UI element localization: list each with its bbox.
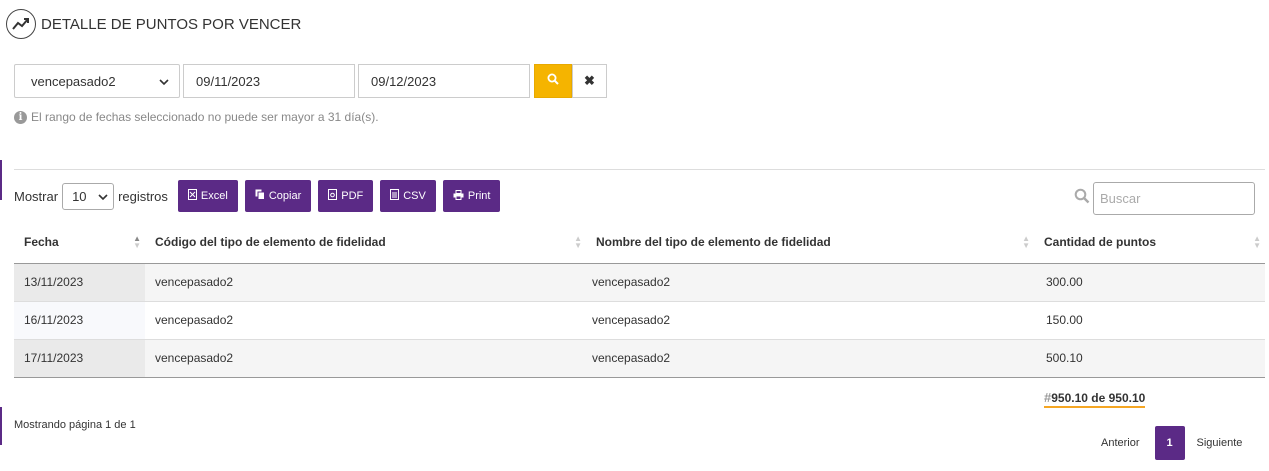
sort-icon: ▲ ▼ [574,234,582,250]
pdf-button[interactable]: PDF [318,180,374,212]
search-input[interactable]: Buscar [1093,182,1255,215]
page-length-select[interactable]: 10 [62,182,115,210]
points-total: #950.10 de 950.10 [1044,390,1146,408]
copy-icon [255,189,265,203]
page-1-button[interactable]: 1 [1154,426,1185,460]
page-header: DETALLE DE PUNTOS POR VENCER [6,8,301,40]
accent-bar [0,407,2,445]
copy-label: Copiar [268,190,302,202]
cell-name: vencepasado2 [586,263,1034,302]
info-icon: i [14,110,27,124]
print-button[interactable]: Print [442,180,501,212]
date-to-input[interactable]: 09/12/2023 [358,64,530,98]
excel-button[interactable]: Excel [177,180,238,212]
cell-code: vencepasado2 [145,339,586,378]
cell-points: 500.10 [1034,339,1265,378]
pdf-label: PDF [341,190,364,202]
notice-text: El rango de fechas seleccionado no puede… [31,110,379,124]
clear-button[interactable]: ✖ [572,64,607,98]
records-label: registros [118,188,168,204]
cell-name: vencepasado2 [586,301,1034,340]
cell-date: 16/11/2023 [14,301,145,340]
filter-bar: vencepasado2 09/11/2023 09/12/2023 ✖ [14,64,607,98]
divider [14,169,1265,170]
cell-points: 150.00 [1034,301,1265,340]
search-icon [1074,188,1090,209]
element-type-select[interactable]: vencepasado2 [14,64,180,98]
page-title: DETALLE DE PUNTOS POR VENCER [41,15,302,33]
pdf-icon [328,189,338,203]
accent-bar [0,160,2,200]
table-row: 17/11/2023 vencepasado2 vencepasado2 500… [14,339,1265,378]
excel-label: Excel [200,190,228,202]
trending-up-icon [6,9,36,39]
chevron-down-icon [159,74,169,89]
close-icon: ✖ [584,73,595,88]
column-header-name[interactable]: Nombre del tipo de elemento de fidelidad… [586,222,1034,264]
pagination: Anterior 1 Siguiente [1092,426,1248,460]
chevron-down-icon [98,189,108,204]
cell-date: 13/11/2023 [14,263,145,302]
sort-icon: ▲ ▼ [1253,234,1261,250]
table-search: Buscar [1074,182,1255,215]
sort-asc-icon: ▲ ▼ [133,234,141,250]
element-type-value: vencepasado2 [31,73,116,89]
excel-icon [187,189,197,203]
print-icon [453,189,464,203]
date-from-input[interactable]: 09/11/2023 [183,64,355,98]
table-row: 13/11/2023 vencepasado2 vencepasado2 300… [14,263,1265,302]
next-page-button[interactable]: Siguiente [1191,437,1249,449]
table-toolbar: Mostrar 10 registros Excel Copiar PDF CS… [14,180,507,212]
cell-date: 17/11/2023 [14,339,145,378]
print-label: Print [467,190,491,202]
show-label: Mostrar [14,188,59,204]
copy-button[interactable]: Copiar [244,180,312,212]
cell-code: vencepasado2 [145,263,586,302]
cell-points: 300.00 [1034,263,1265,302]
table-header-row: Fecha ▲ ▼ Código del tipo de elemento de … [14,222,1265,264]
column-header-points[interactable]: Cantidad de puntos ▲ ▼ [1034,222,1265,264]
search-icon [547,72,559,90]
csv-label: CSV [403,190,426,202]
date-range-notice: i El rango de fechas seleccionado no pue… [14,110,379,124]
page-length-value: 10 [72,188,87,204]
column-header-code[interactable]: Código del tipo de elemento de fidelidad… [145,222,586,264]
page-info: Mostrando página 1 de 1 [14,419,136,431]
cell-name: vencepasado2 [586,339,1034,378]
csv-icon [390,189,400,203]
search-button[interactable] [534,64,572,98]
table-row: 16/11/2023 vencepasado2 vencepasado2 150… [14,301,1265,340]
points-table: Fecha ▲ ▼ Código del tipo de elemento de … [14,222,1265,378]
total-text: 950.10 de 950.10 [1051,391,1146,405]
csv-button[interactable]: CSV [380,180,436,212]
cell-code: vencepasado2 [145,301,586,340]
column-header-date[interactable]: Fecha ▲ ▼ [14,222,145,264]
previous-page-button[interactable]: Anterior [1092,437,1149,449]
sort-icon: ▲ ▼ [1022,234,1030,250]
